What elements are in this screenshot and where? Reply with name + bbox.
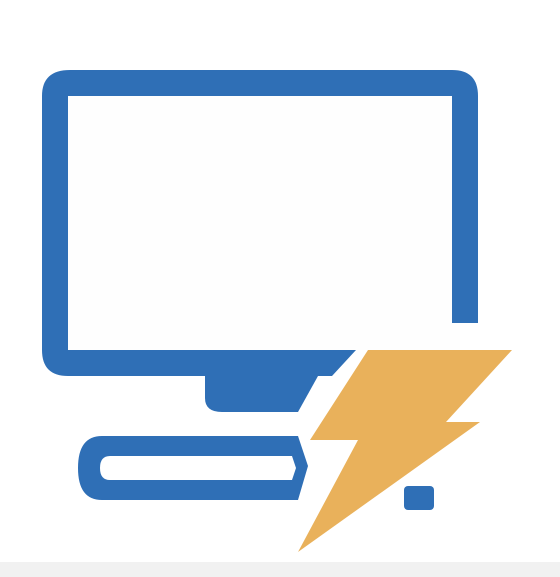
computer-power-icon	[42, 70, 512, 552]
monitor-stand	[205, 376, 318, 412]
monitor-screen	[60, 95, 460, 350]
keyboard	[78, 436, 308, 500]
status-dot	[404, 486, 434, 510]
bottom-edge	[0, 562, 560, 577]
icon-canvas	[0, 0, 560, 577]
lightning-bolt	[298, 350, 512, 552]
